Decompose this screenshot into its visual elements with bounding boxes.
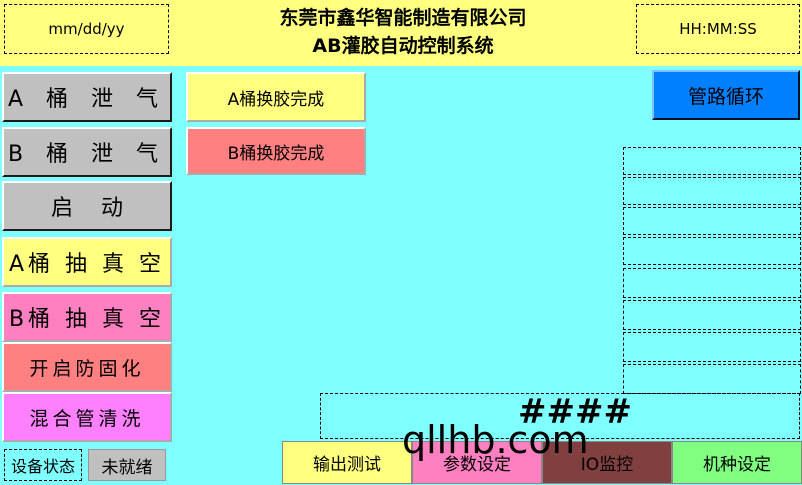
output-test-button[interactable]: 输出测试 [282, 441, 412, 484]
b-bucket-change-label: B桶换胶完成 [227, 143, 325, 164]
pipe-loop-button[interactable]: 管路循环 [652, 70, 800, 120]
date-display: mm/dd/yy [4, 4, 169, 54]
readout-box-6 [623, 300, 801, 330]
pipe-loop-label: 管路循环 [687, 85, 764, 108]
watermark-text: qllhb.com [402, 418, 589, 462]
b-bucket-vent-button[interactable]: B 桶 泄 气 [2, 127, 172, 177]
readout-box-5 [623, 268, 801, 298]
a-bucket-vacuum-button[interactable]: A桶 抽 真 空 [2, 237, 172, 287]
model-settings-button[interactable]: 机种设定 [672, 441, 802, 484]
device-status-value: 未就绪 [101, 457, 153, 478]
device-status-label: 设备状态 [4, 449, 82, 481]
a-bucket-change-label: A桶换胶完成 [227, 89, 325, 110]
readout-box-8 [623, 364, 801, 394]
b-bucket-vent-label: B 桶 泄 气 [7, 142, 167, 167]
anti-cure-label: 开启防固化 [29, 357, 145, 380]
model-settings-label: 机种设定 [703, 455, 771, 475]
time-text: HH:MM:SS [679, 20, 757, 38]
anti-cure-button[interactable]: 开启防固化 [2, 342, 172, 392]
date-text: mm/dd/yy [48, 20, 125, 38]
b-bucket-change-indicator: B桶换胶完成 [186, 127, 366, 175]
b-bucket-vacuum-button[interactable]: B桶 抽 真 空 [2, 292, 172, 342]
start-button[interactable]: 启 动 [2, 181, 172, 231]
mixer-clean-label: 混合管清洗 [29, 407, 145, 430]
output-test-label: 输出测试 [313, 455, 381, 475]
system-name: AB灌胶自动控制系统 [312, 35, 494, 57]
page-title: 东莞市鑫华智能制造有限公司 AB灌胶自动控制系统 [170, 4, 636, 62]
a-bucket-vacuum-label: A桶 抽 真 空 [8, 252, 166, 277]
a-bucket-change-indicator: A桶换胶完成 [186, 72, 366, 122]
mixer-clean-button[interactable]: 混合管清洗 [2, 392, 172, 442]
readout-box-3 [623, 207, 801, 235]
company-name: 东莞市鑫华智能制造有限公司 [279, 7, 527, 29]
device-status-text: 设备状态 [10, 457, 75, 476]
a-bucket-vent-label: A 桶 泄 气 [7, 87, 167, 112]
readout-box-4 [623, 237, 801, 265]
readout-box-7 [623, 332, 801, 362]
b-bucket-vacuum-label: B桶 抽 真 空 [8, 307, 166, 332]
start-label: 启 动 [51, 196, 123, 221]
readout-box-1 [623, 147, 801, 175]
a-bucket-vent-button[interactable]: A 桶 泄 气 [2, 72, 172, 122]
device-status-badge: 未就绪 [88, 449, 166, 481]
time-display: HH:MM:SS [636, 4, 800, 54]
readout-box-2 [623, 177, 801, 205]
